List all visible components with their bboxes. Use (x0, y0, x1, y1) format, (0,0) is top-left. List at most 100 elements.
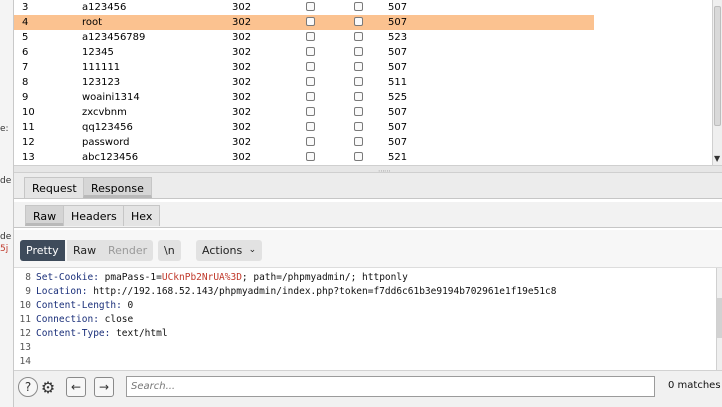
error-checkbox[interactable] (306, 92, 315, 101)
table-cell-num: 13 (22, 152, 35, 163)
table-cell-length: 507 (388, 137, 408, 148)
error-checkbox[interactable] (306, 62, 315, 71)
timeout-checkbox[interactable] (354, 17, 363, 26)
table-row[interactable]: 11 qq123456 302 507 (14, 120, 594, 135)
table-cell-length: 525 (388, 92, 408, 103)
code-token: close (104, 314, 134, 325)
timeout-checkbox[interactable] (354, 47, 363, 56)
table-row[interactable]: 10 zxcvbnm 302 507 (14, 105, 594, 120)
line-number: 11 (19, 314, 31, 325)
code-line: Set-Cookie: pmaPass-1=UCknPb2NrUA%3D; pa… (36, 272, 408, 283)
help-icon[interactable]: ? (18, 377, 38, 397)
error-checkbox[interactable] (306, 152, 315, 161)
error-checkbox[interactable] (306, 107, 315, 116)
code-token: ; path=/phpmyadmin/; httponly (241, 272, 408, 283)
table-row[interactable]: 7 111111 302 507 (14, 60, 594, 75)
pane-splitter[interactable]: ⋯⋯ (14, 165, 722, 175)
code-token: Content-Length: (36, 300, 128, 311)
show-newlines-button[interactable]: \n (158, 240, 181, 261)
pretty-button[interactable]: Pretty (20, 240, 65, 261)
match-count: 0 matches (668, 380, 721, 391)
table-row[interactable]: 4 root 302 507 (14, 15, 594, 30)
table-cell-status: 302 (232, 2, 252, 13)
search-input[interactable] (126, 376, 655, 397)
line-number: 13 (19, 342, 31, 353)
table-cell-length: 507 (388, 62, 408, 73)
error-checkbox[interactable] (306, 2, 315, 11)
table-cell-status: 302 (232, 92, 252, 103)
error-checkbox[interactable] (306, 32, 315, 41)
left-fragment: 5j (0, 244, 9, 254)
results-table: 3 a123456 302 507 4 root 302 507 5 a123456789 302 5… (14, 0, 594, 165)
timeout-checkbox[interactable] (354, 137, 363, 146)
line-number: 8 (25, 272, 31, 283)
gear-icon[interactable]: ⚙ (38, 377, 58, 397)
table-cell-length: 507 (388, 107, 408, 118)
error-checkbox[interactable] (306, 122, 315, 131)
table-row[interactable]: 8 123123 302 511 (14, 75, 594, 90)
left-fragment: de (0, 232, 12, 242)
actions-dropdown[interactable]: Actions ⌄ (196, 240, 263, 261)
timeout-checkbox[interactable] (354, 107, 363, 116)
table-cell-status: 302 (232, 17, 252, 28)
chevron-down-icon: ⌄ (248, 245, 257, 255)
code-token: pmaPass-1= (104, 272, 162, 283)
tab-request[interactable]: Request (24, 177, 85, 198)
table-row[interactable]: 3 a123456 302 507 (14, 0, 594, 15)
table-cell-length: 521 (388, 152, 408, 163)
timeout-checkbox[interactable] (354, 122, 363, 131)
table-cell-payload: a123456 (82, 2, 127, 13)
table-cell-length: 507 (388, 2, 408, 13)
timeout-checkbox[interactable] (354, 152, 363, 161)
table-cell-status: 302 (232, 152, 252, 163)
table-row[interactable]: 6 12345 302 507 (14, 45, 594, 60)
left-panel-fragment: e: de de 5j (0, 0, 14, 407)
line-number: 10 (19, 300, 31, 311)
table-cell-status: 302 (232, 137, 252, 148)
table-cell-length: 511 (388, 77, 408, 88)
table-cell-payload: 12345 (82, 47, 114, 58)
timeout-checkbox[interactable] (354, 2, 363, 11)
raw-button[interactable]: Raw (67, 240, 103, 261)
table-row[interactable]: 5 a123456789 302 523 (14, 30, 594, 45)
results-scrollbar[interactable]: ▼ (712, 0, 722, 165)
code-token: http://192.168.52.143/phpmyadmin/index.p… (93, 286, 557, 297)
scroll-down-arrow-icon[interactable]: ▼ (714, 154, 720, 163)
error-checkbox[interactable] (306, 17, 315, 26)
scrollbar-thumb[interactable] (717, 298, 722, 338)
timeout-checkbox[interactable] (354, 62, 363, 71)
error-checkbox[interactable] (306, 137, 315, 146)
table-row[interactable]: 13 abc123456 302 521 (14, 150, 594, 165)
table-cell-num: 8 (22, 77, 29, 88)
editor-scrollbar[interactable] (716, 268, 722, 370)
view-tabs: Raw Headers Hex (14, 202, 722, 228)
search-bar: ? ⚙ ← → 0 matches (14, 370, 722, 407)
table-cell-payload: qq123456 (82, 122, 133, 133)
table-cell-status: 302 (232, 77, 252, 88)
tab-hex[interactable]: Hex (123, 205, 161, 226)
table-row[interactable]: 9 woaini1314 302 525 (14, 90, 594, 105)
timeout-checkbox[interactable] (354, 32, 363, 41)
table-cell-num: 4 (22, 17, 29, 28)
table-row[interactable]: 12 password 302 507 (14, 135, 594, 150)
next-match-arrow-icon[interactable]: → (94, 377, 114, 397)
code-token: 0 (127, 300, 134, 311)
actions-label: Actions (202, 244, 243, 257)
table-cell-length: 523 (388, 32, 408, 43)
table-cell-payload: abc123456 (82, 152, 139, 163)
response-editor[interactable]: 8 Set-Cookie: pmaPass-1=UCknPb2NrUA%3D; p… (14, 268, 722, 370)
tab-response[interactable]: Response (83, 177, 152, 198)
scrollbar-thumb[interactable] (714, 6, 721, 126)
error-checkbox[interactable] (306, 47, 315, 56)
timeout-checkbox[interactable] (354, 77, 363, 86)
table-cell-status: 302 (232, 47, 252, 58)
error-checkbox[interactable] (306, 77, 315, 86)
timeout-checkbox[interactable] (354, 92, 363, 101)
code-line: Location: http://192.168.52.143/phpmyadm… (36, 286, 556, 297)
render-button[interactable]: Render (102, 240, 154, 261)
table-cell-status: 302 (232, 122, 252, 133)
table-cell-payload: a123456789 (82, 32, 146, 43)
tab-raw[interactable]: Raw (25, 205, 65, 226)
tab-headers[interactable]: Headers (63, 205, 125, 226)
previous-match-arrow-icon[interactable]: ← (66, 377, 86, 397)
